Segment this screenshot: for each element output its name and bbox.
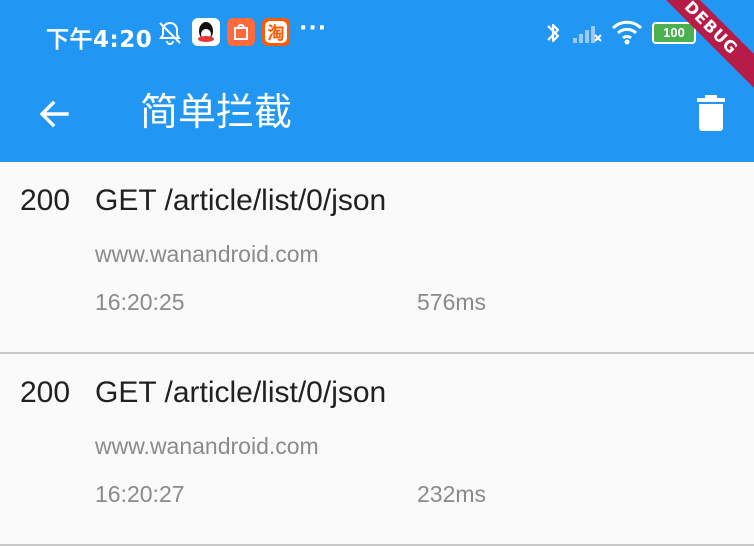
cellular-signal-no-service-icon <box>573 26 602 43</box>
taobao-app-icon: 淘 <box>262 18 290 46</box>
request-method: GET <box>95 184 157 217</box>
taobao-icon-glyph: 淘 <box>268 23 285 44</box>
request-method: GET <box>95 376 157 409</box>
request-path: /article/list/0/json <box>164 184 387 217</box>
request-time: 16:20:27 <box>95 481 185 507</box>
request-list-item[interactable]: 200 GET /article/list/0/json www.wanandr… <box>0 162 754 354</box>
request-host: www.wanandroid.com <box>95 241 319 267</box>
toolbar: 简单拦截 <box>0 66 754 162</box>
arrow-back-icon <box>39 100 69 128</box>
request-path: /article/list/0/json <box>164 376 387 409</box>
battery-indicator: 100 <box>652 22 696 44</box>
status-time: 下午4:20 <box>46 27 153 53</box>
clear-all-button[interactable] <box>680 82 742 144</box>
trash-icon <box>697 95 725 131</box>
notifications-off-icon <box>159 21 181 45</box>
request-duration: 232ms <box>417 481 487 507</box>
bluetooth-icon <box>547 23 560 43</box>
app-bar: 下午4:20 淘 ··· 100 简单拦截 DEBUG <box>0 0 754 162</box>
status-code: 200 <box>20 376 71 409</box>
request-duration: 576ms <box>417 289 487 315</box>
request-line: GET /article/list/0/json <box>95 184 386 218</box>
mi-store-app-icon <box>227 18 255 46</box>
request-list-item[interactable]: 200 GET /article/list/0/json www.wanandr… <box>0 354 754 546</box>
battery-level: 100 <box>663 25 685 40</box>
request-time: 16:20:25 <box>95 289 185 315</box>
status-code: 200 <box>20 184 71 217</box>
request-list: 200 GET /article/list/0/json www.wanandr… <box>0 162 754 546</box>
more-notifications-indicator: ··· <box>299 16 328 41</box>
qq-app-icon <box>192 18 220 46</box>
status-bar: 下午4:20 淘 ··· 100 <box>0 0 754 66</box>
page-title: 简单拦截 <box>140 90 293 134</box>
wifi-icon <box>611 20 643 45</box>
request-host: www.wanandroid.com <box>95 433 319 459</box>
back-button[interactable] <box>22 84 86 144</box>
request-line: GET /article/list/0/json <box>95 376 386 410</box>
